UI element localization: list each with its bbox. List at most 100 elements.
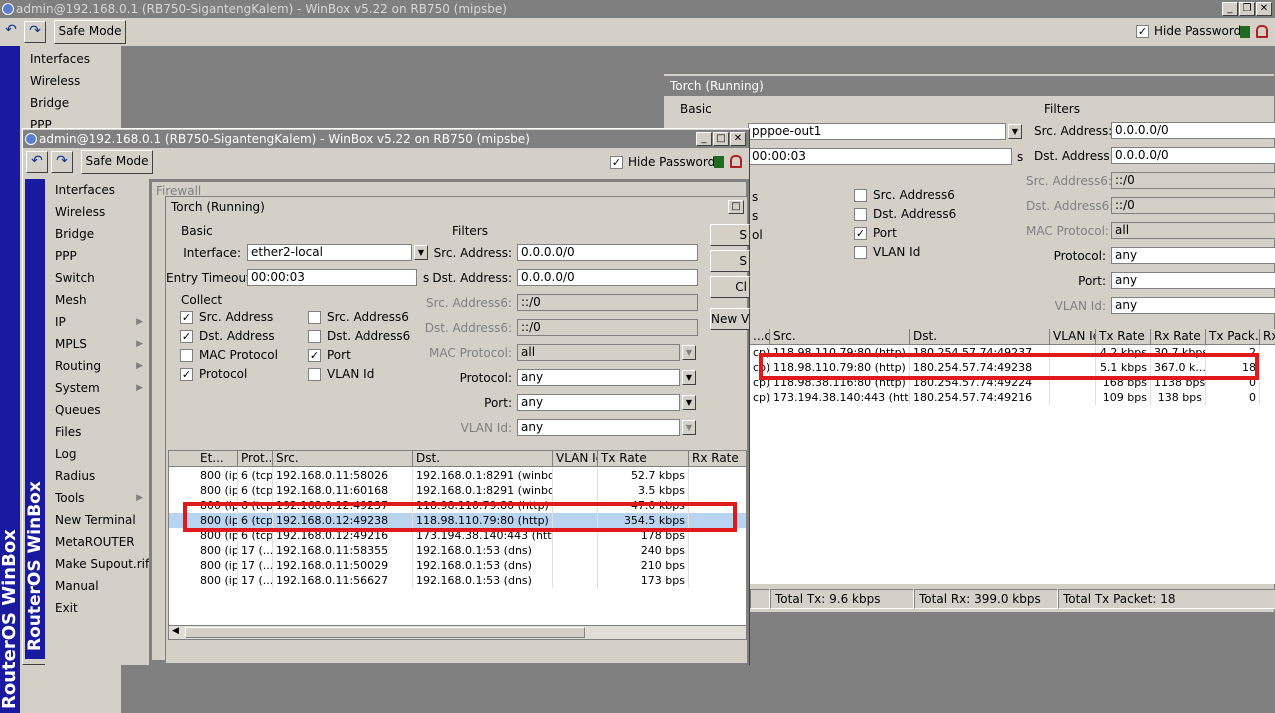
menu-bridge[interactable]: Bridge (45, 223, 149, 245)
collect-src-address[interactable]: ✓ Src. Address (180, 310, 273, 324)
entry-timeout-input[interactable]: 00:00:03 (247, 269, 417, 286)
menu-ip[interactable]: IP ▶ (45, 311, 149, 333)
col-tx-rate[interactable]: Tx Rate (598, 451, 689, 467)
collect-dst-address[interactable]: ✓ Dst. Address (180, 329, 275, 343)
collect-src-address6[interactable]: Src. Address6 (308, 310, 409, 324)
outer-timeout-input[interactable]: 00:00:03 (748, 148, 1012, 165)
vlan-id-select[interactable]: any (517, 419, 680, 436)
menu-queues[interactable]: Queues (45, 399, 149, 421)
outer-col-vlan[interactable]: VLAN Id (1050, 329, 1096, 345)
redo-button[interactable]: ↷ (24, 21, 46, 43)
interface-select[interactable]: ether2-local (247, 244, 412, 261)
torch-traffic-table[interactable]: Et... Prot... Src. Dst. VLAN Id Tx Rate … (168, 450, 747, 640)
outer-check-src-address6[interactable]: Src. Address6 (854, 188, 955, 202)
port-select[interactable]: any (517, 394, 680, 411)
table-row[interactable]: 800 (ip) 17 (... 192.168.0.11:58355 192.… (169, 543, 746, 558)
collect-dst-address-checkbox[interactable]: ✓ (180, 330, 193, 343)
menu-tools[interactable]: Tools ▶ (45, 487, 149, 509)
table-row[interactable]: 800 (ip) 17 (... 192.168.0.11:56627 192.… (169, 573, 746, 588)
scroll-thumb[interactable] (185, 627, 585, 638)
table-row[interactable]: cp) 173.194.38.140:443 (https) 180.254.5… (750, 390, 1275, 405)
src-address-input[interactable]: 0.0.0.0/0 (517, 244, 698, 261)
new-window-button[interactable]: New V (710, 308, 750, 330)
src-address6-input[interactable]: ::/0 (517, 294, 698, 311)
collect-protocol[interactable]: ✓ Protocol (180, 367, 247, 381)
outer-check-vlan[interactable]: VLAN Id (854, 245, 920, 259)
collect-dst-address6[interactable]: Dst. Address6 (308, 329, 410, 343)
menu-exit[interactable]: Exit (45, 597, 149, 619)
table-row[interactable]: 800 (ip) 6 (tcp) 192.168.0.11:60168 192.… (169, 483, 746, 498)
mac-protocol-dropdown-icon[interactable]: ▼ (682, 345, 696, 360)
menu-make-supout[interactable]: Make Supout.rif (45, 553, 149, 575)
menu-log[interactable]: Log (45, 443, 149, 465)
outer-interface-dropdown[interactable]: ▼ (1008, 124, 1022, 139)
outer-src-address6-input[interactable]: ::/0 (1111, 172, 1275, 189)
horizontal-scrollbar[interactable]: ◀ (169, 625, 746, 639)
menu-metarouter[interactable]: MetaROUTER (45, 531, 149, 553)
collect-src-address-checkbox[interactable]: ✓ (180, 311, 193, 324)
menu-ppp[interactable]: PPP (45, 245, 149, 267)
safe-mode-button[interactable]: Safe Mode (54, 20, 126, 44)
outer-dst-address-input[interactable]: 0.0.0.0/0 (1111, 147, 1275, 164)
inner-torch-titlebar[interactable]: Torch (Running) □ (166, 197, 747, 217)
collect-src-address6-checkbox[interactable] (308, 311, 321, 324)
col-dst[interactable]: Dst. (413, 451, 553, 467)
menu-mpls[interactable]: MPLS ▶ (45, 333, 149, 355)
inner-maximize-button[interactable]: □ (713, 132, 729, 146)
collect-port-checkbox[interactable]: ✓ (308, 349, 321, 362)
protocol-select[interactable]: any (517, 369, 680, 386)
collect-port[interactable]: ✓ Port (308, 348, 351, 362)
outer-check-port-box[interactable]: ✓ (854, 227, 867, 240)
collect-mac-protocol[interactable]: MAC Protocol (180, 348, 278, 362)
menu-radius[interactable]: Radius (45, 465, 149, 487)
inner-safe-mode-button[interactable]: Safe Mode (81, 150, 153, 174)
menu-system[interactable]: System ▶ (45, 377, 149, 399)
outer-torch-titlebar[interactable]: Torch (Running) (664, 76, 1275, 96)
outer-src-address-input[interactable]: 0.0.0.0/0 (1111, 122, 1275, 139)
collect-vlan-id[interactable]: VLAN Id (308, 367, 374, 381)
table-row[interactable]: 800 (ip) 6 (tcp) 192.168.0.11:58026 192.… (169, 468, 746, 483)
table-row[interactable]: 800 (ip) 17 (... 192.168.0.11:50029 192.… (169, 558, 746, 573)
collect-dst-address6-checkbox[interactable] (308, 330, 321, 343)
menu-manual[interactable]: Manual (45, 575, 149, 597)
menu-mesh[interactable]: Mesh (45, 289, 149, 311)
stop-button[interactable]: S (710, 250, 750, 272)
menu-wireless[interactable]: Wireless (45, 201, 149, 223)
menu-routing[interactable]: Routing ▶ (45, 355, 149, 377)
inner-redo-button[interactable]: ↷ (51, 151, 73, 173)
outer-check-dst-address6[interactable]: Dst. Address6 (854, 207, 956, 221)
outer-port-select[interactable]: any (1111, 272, 1275, 289)
outer-col-tx-packet[interactable]: Tx Pack... (1206, 329, 1260, 345)
outer-menu-interfaces[interactable]: Interfaces (20, 48, 121, 70)
inner-titlebar[interactable]: admin@192.168.0.1 (RB750-SigantengKalem)… (23, 130, 749, 148)
outer-col-dst[interactable]: Dst. (910, 329, 1050, 345)
outer-vlan-select[interactable]: any (1111, 297, 1275, 314)
start-button[interactable]: S (710, 224, 750, 246)
outer-menu-wireless[interactable]: Wireless (20, 70, 121, 92)
col-rx-rate[interactable]: Rx Rate (689, 451, 746, 467)
outer-col-proto[interactable]: ...ot... (750, 329, 770, 345)
col-protocol[interactable]: Prot... (238, 451, 273, 467)
col-eth-proto[interactable] (169, 451, 199, 467)
menu-files[interactable]: Files (45, 421, 149, 443)
vlan-id-dropdown-icon[interactable]: ▼ (682, 420, 696, 435)
outer-col-tx-rate[interactable]: Tx Rate (1096, 329, 1151, 345)
close-torch-button[interactable]: Cl (710, 276, 750, 298)
scroll-left-icon[interactable]: ◀ (172, 626, 179, 636)
dst-address6-input[interactable]: ::/0 (517, 319, 698, 336)
outer-menu-bridge[interactable]: Bridge (20, 92, 121, 114)
protocol-dropdown-icon[interactable]: ▼ (682, 370, 696, 385)
restore-button[interactable]: ❐ (1239, 2, 1255, 16)
outer-check-src-address6-box[interactable] (854, 189, 867, 202)
inner-undo-button[interactable]: ↶ (26, 151, 48, 173)
col-ethertype[interactable]: Et... (197, 451, 238, 467)
close-button[interactable]: ✕ (1256, 2, 1272, 16)
outer-check-vlan-box[interactable] (854, 246, 867, 259)
mac-protocol-select[interactable]: all (517, 344, 680, 361)
inner-close-button[interactable]: ✕ (730, 132, 746, 146)
inner-hide-passwords-checkbox[interactable]: ✓ (610, 156, 623, 169)
menu-switch[interactable]: Switch (45, 267, 149, 289)
dst-address-input[interactable]: 0.0.0.0/0 (517, 269, 698, 286)
col-vlan-id[interactable]: VLAN Id (553, 451, 598, 467)
outer-col-rx-rate[interactable]: Rx Rate (1151, 329, 1206, 345)
